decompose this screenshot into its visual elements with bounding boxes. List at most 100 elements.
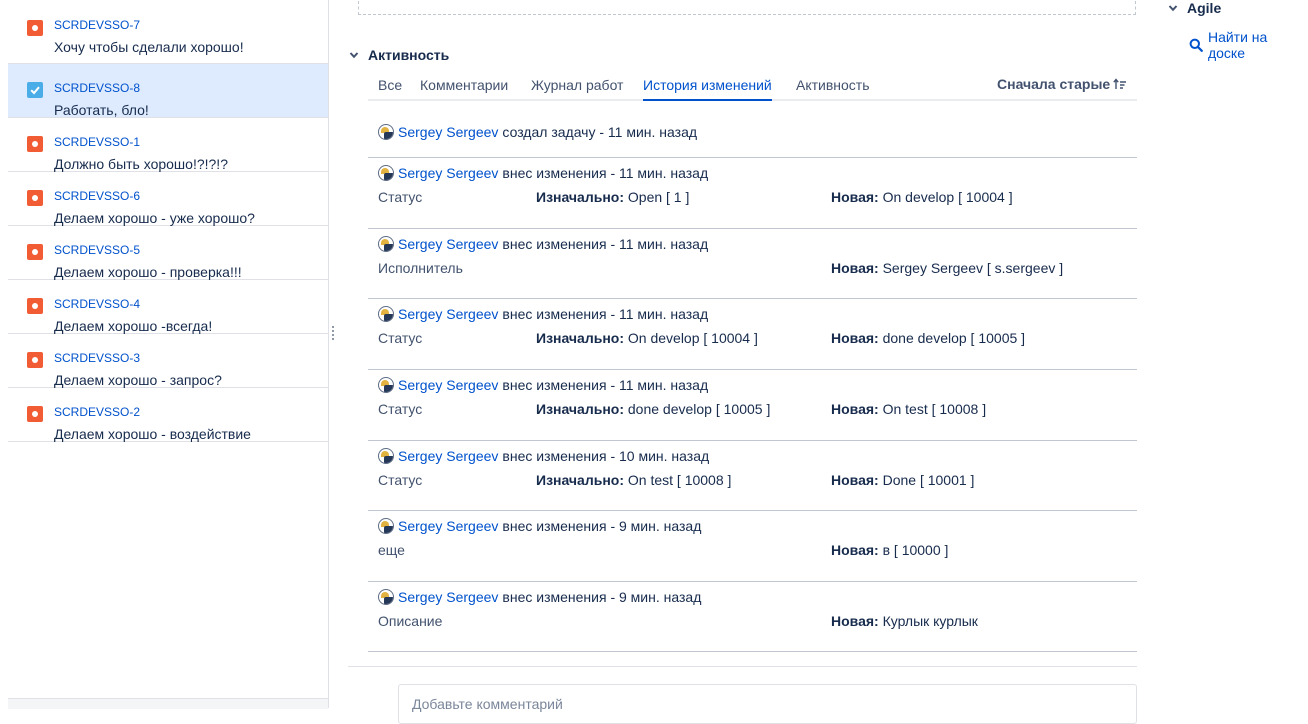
issue-list-item[interactable]: SCRDEVSSO-5 Делаем хорошо - проверка!!! <box>8 226 328 280</box>
history-action: внес изменения - 9 мин. назад <box>502 589 702 605</box>
panel-resize-handle[interactable] <box>331 326 335 340</box>
new-value-label: Новая: <box>831 189 879 205</box>
agile-title: Agile <box>1187 0 1222 16</box>
user-link[interactable]: Sergey Sergeev <box>398 518 498 534</box>
old-value-label: Изначально: <box>536 472 624 488</box>
history-entry-header: Sergey Sergeev внес изменения - 11 мин. н… <box>378 236 708 252</box>
issue-list-item[interactable]: SCRDEVSSO-2 Делаем хорошо - воздействие <box>8 388 328 442</box>
history-entry-header: Sergey Sergeev внес изменения - 11 мин. н… <box>378 306 708 322</box>
avatar[interactable] <box>378 306 394 322</box>
user-link[interactable]: Sergey Sergeev <box>398 589 498 605</box>
issue-summary: Делаем хорошо - уже хорошо? <box>54 210 255 226</box>
tab-all[interactable]: Все <box>378 77 402 93</box>
issue-list-item[interactable]: SCRDEVSSO-6 Делаем хорошо - уже хорошо? <box>8 172 328 226</box>
history-entry-header: Sergey Sergeev внес изменения - 9 мин. на… <box>378 518 701 534</box>
new-value-text: Sergey Sergeev [ s.sergeev ] <box>882 260 1064 276</box>
issue-list-item[interactable]: SCRDEVSSO-4 Делаем хорошо -всегда! <box>8 280 328 334</box>
changed-field-name: Статус <box>378 330 423 346</box>
tab-worklog[interactable]: Журнал работ <box>531 77 623 93</box>
old-value-text: On test [ 10008 ] <box>627 472 732 488</box>
user-link[interactable]: Sergey Sergeev <box>398 165 498 181</box>
history-entry: Sergey Sergeev создал задачу - 11 мин. на… <box>368 112 1137 158</box>
avatar[interactable] <box>378 448 394 464</box>
tab-comments[interactable]: Комментарии <box>420 77 508 93</box>
issue-key[interactable]: SCRDEVSSO-6 <box>54 189 140 203</box>
old-value-label: Изначально: <box>536 189 624 205</box>
new-value-text: On test [ 10008 ] <box>882 401 987 417</box>
history-entry: Sergey Sergeev внес изменения - 11 мин. н… <box>368 228 1137 299</box>
issue-summary: Работать, бло! <box>54 102 149 118</box>
new-value-text: в [ 10000 ] <box>882 542 949 558</box>
old-value-label: Изначально: <box>536 330 624 346</box>
avatar[interactable] <box>378 124 394 140</box>
activity-section-header[interactable]: Активность <box>348 47 449 63</box>
avatar[interactable] <box>378 518 394 534</box>
issue-list-item[interactable]: SCRDEVSSO-3 Делаем хорошо - запрос? <box>8 334 328 388</box>
sort-order-label: Сначала старые <box>997 76 1111 92</box>
comment-input[interactable]: Добавьте комментарий <box>398 684 1137 724</box>
history-entry: Sergey Sergeev внес изменения - 10 мин. н… <box>368 440 1137 511</box>
old-value-label: Изначально: <box>536 401 624 417</box>
bug-type-icon <box>27 20 43 36</box>
agile-section-header[interactable]: Agile <box>1167 0 1221 16</box>
tab-activity[interactable]: Активность <box>796 77 870 93</box>
sort-order-button[interactable]: Сначала старые <box>997 76 1127 92</box>
issue-key[interactable]: SCRDEVSSO-1 <box>54 135 140 149</box>
issue-list-panel: SCRDEVSSO-7 Хочу чтобы сделали хорошо! SCR… <box>8 0 329 709</box>
issue-list-item[interactable]: SCRDEVSSO-1 Должно быть хорошо!?!?!? <box>8 118 328 172</box>
sort-ascending-icon <box>1113 78 1127 89</box>
user-link[interactable]: Sergey Sergeev <box>398 236 498 252</box>
bug-type-icon <box>27 406 43 422</box>
chevron-down-icon[interactable] <box>1167 2 1179 14</box>
new-value-label: Новая: <box>831 401 879 417</box>
avatar[interactable] <box>378 165 394 181</box>
bug-type-icon <box>27 136 43 152</box>
issue-summary: Делаем хорошо - запрос? <box>54 372 222 388</box>
tab-history[interactable]: История изменений <box>643 77 772 101</box>
history-action: внес изменения - 11 мин. назад <box>502 377 709 393</box>
avatar[interactable] <box>378 589 394 605</box>
new-value: Новая: On test [ 10008 ] <box>831 401 986 417</box>
history-action: внес изменения - 11 мин. назад <box>502 165 709 181</box>
issue-list-item[interactable]: SCRDEVSSO-8 Работать, бло! <box>8 64 328 118</box>
new-value-label: Новая: <box>831 330 879 346</box>
user-link[interactable]: Sergey Sergeev <box>398 124 498 140</box>
chevron-down-icon[interactable] <box>348 49 360 61</box>
history-entry: Sergey Sergeev внес изменения - 11 мин. н… <box>368 157 1137 229</box>
history-entry-header: Sergey Sergeev внес изменения - 9 мин. на… <box>378 589 701 605</box>
new-value: Новая: Курлык курлык <box>831 613 978 629</box>
history-action: внес изменения - 9 мин. назад <box>502 518 702 534</box>
user-link[interactable]: Sergey Sergeev <box>398 377 498 393</box>
avatar[interactable] <box>378 236 394 252</box>
issue-key[interactable]: SCRDEVSSO-8 <box>54 81 140 95</box>
new-value: Новая: в [ 10000 ] <box>831 542 948 558</box>
changed-field-name: Статус <box>378 401 423 417</box>
issue-key[interactable]: SCRDEVSSO-4 <box>54 297 140 311</box>
find-on-board-link[interactable]: Найти на доске <box>1189 29 1308 61</box>
changed-field-name: Статус <box>378 472 423 488</box>
user-link[interactable]: Sergey Sergeev <box>398 306 498 322</box>
issue-key[interactable]: SCRDEVSSO-5 <box>54 243 140 257</box>
issue-list-item[interactable]: SCRDEVSSO-7 Хочу чтобы сделали хорошо! <box>8 0 328 64</box>
activity-title: Активность <box>368 47 450 63</box>
description-dropzone <box>358 0 1136 15</box>
old-value-text: Open [ 1 ] <box>627 189 690 205</box>
comment-placeholder: Добавьте комментарий <box>412 696 563 712</box>
old-value: Изначально: Open [ 1 ] <box>536 189 689 205</box>
bug-type-icon <box>27 298 43 314</box>
issue-key[interactable]: SCRDEVSSO-3 <box>54 351 140 365</box>
activity-divider <box>348 666 1137 667</box>
user-link[interactable]: Sergey Sergeev <box>398 448 498 464</box>
issue-summary: Делаем хорошо - проверка!!! <box>54 264 242 280</box>
avatar[interactable] <box>378 377 394 393</box>
new-value: Новая: done develop [ 10005 ] <box>831 330 1025 346</box>
issue-summary: Делаем хорошо -всегда! <box>54 318 213 334</box>
issue-summary: Должно быть хорошо!?!?!? <box>54 156 228 172</box>
task-type-icon <box>27 82 43 98</box>
issue-key[interactable]: SCRDEVSSO-7 <box>54 18 140 32</box>
issue-key[interactable]: SCRDEVSSO-2 <box>54 405 140 419</box>
find-on-board-label: Найти на доске <box>1207 29 1268 61</box>
new-value-text: Курлык курлык <box>882 613 978 629</box>
bug-type-icon <box>27 190 43 206</box>
new-value: Новая: On develop [ 10004 ] <box>831 189 1013 205</box>
